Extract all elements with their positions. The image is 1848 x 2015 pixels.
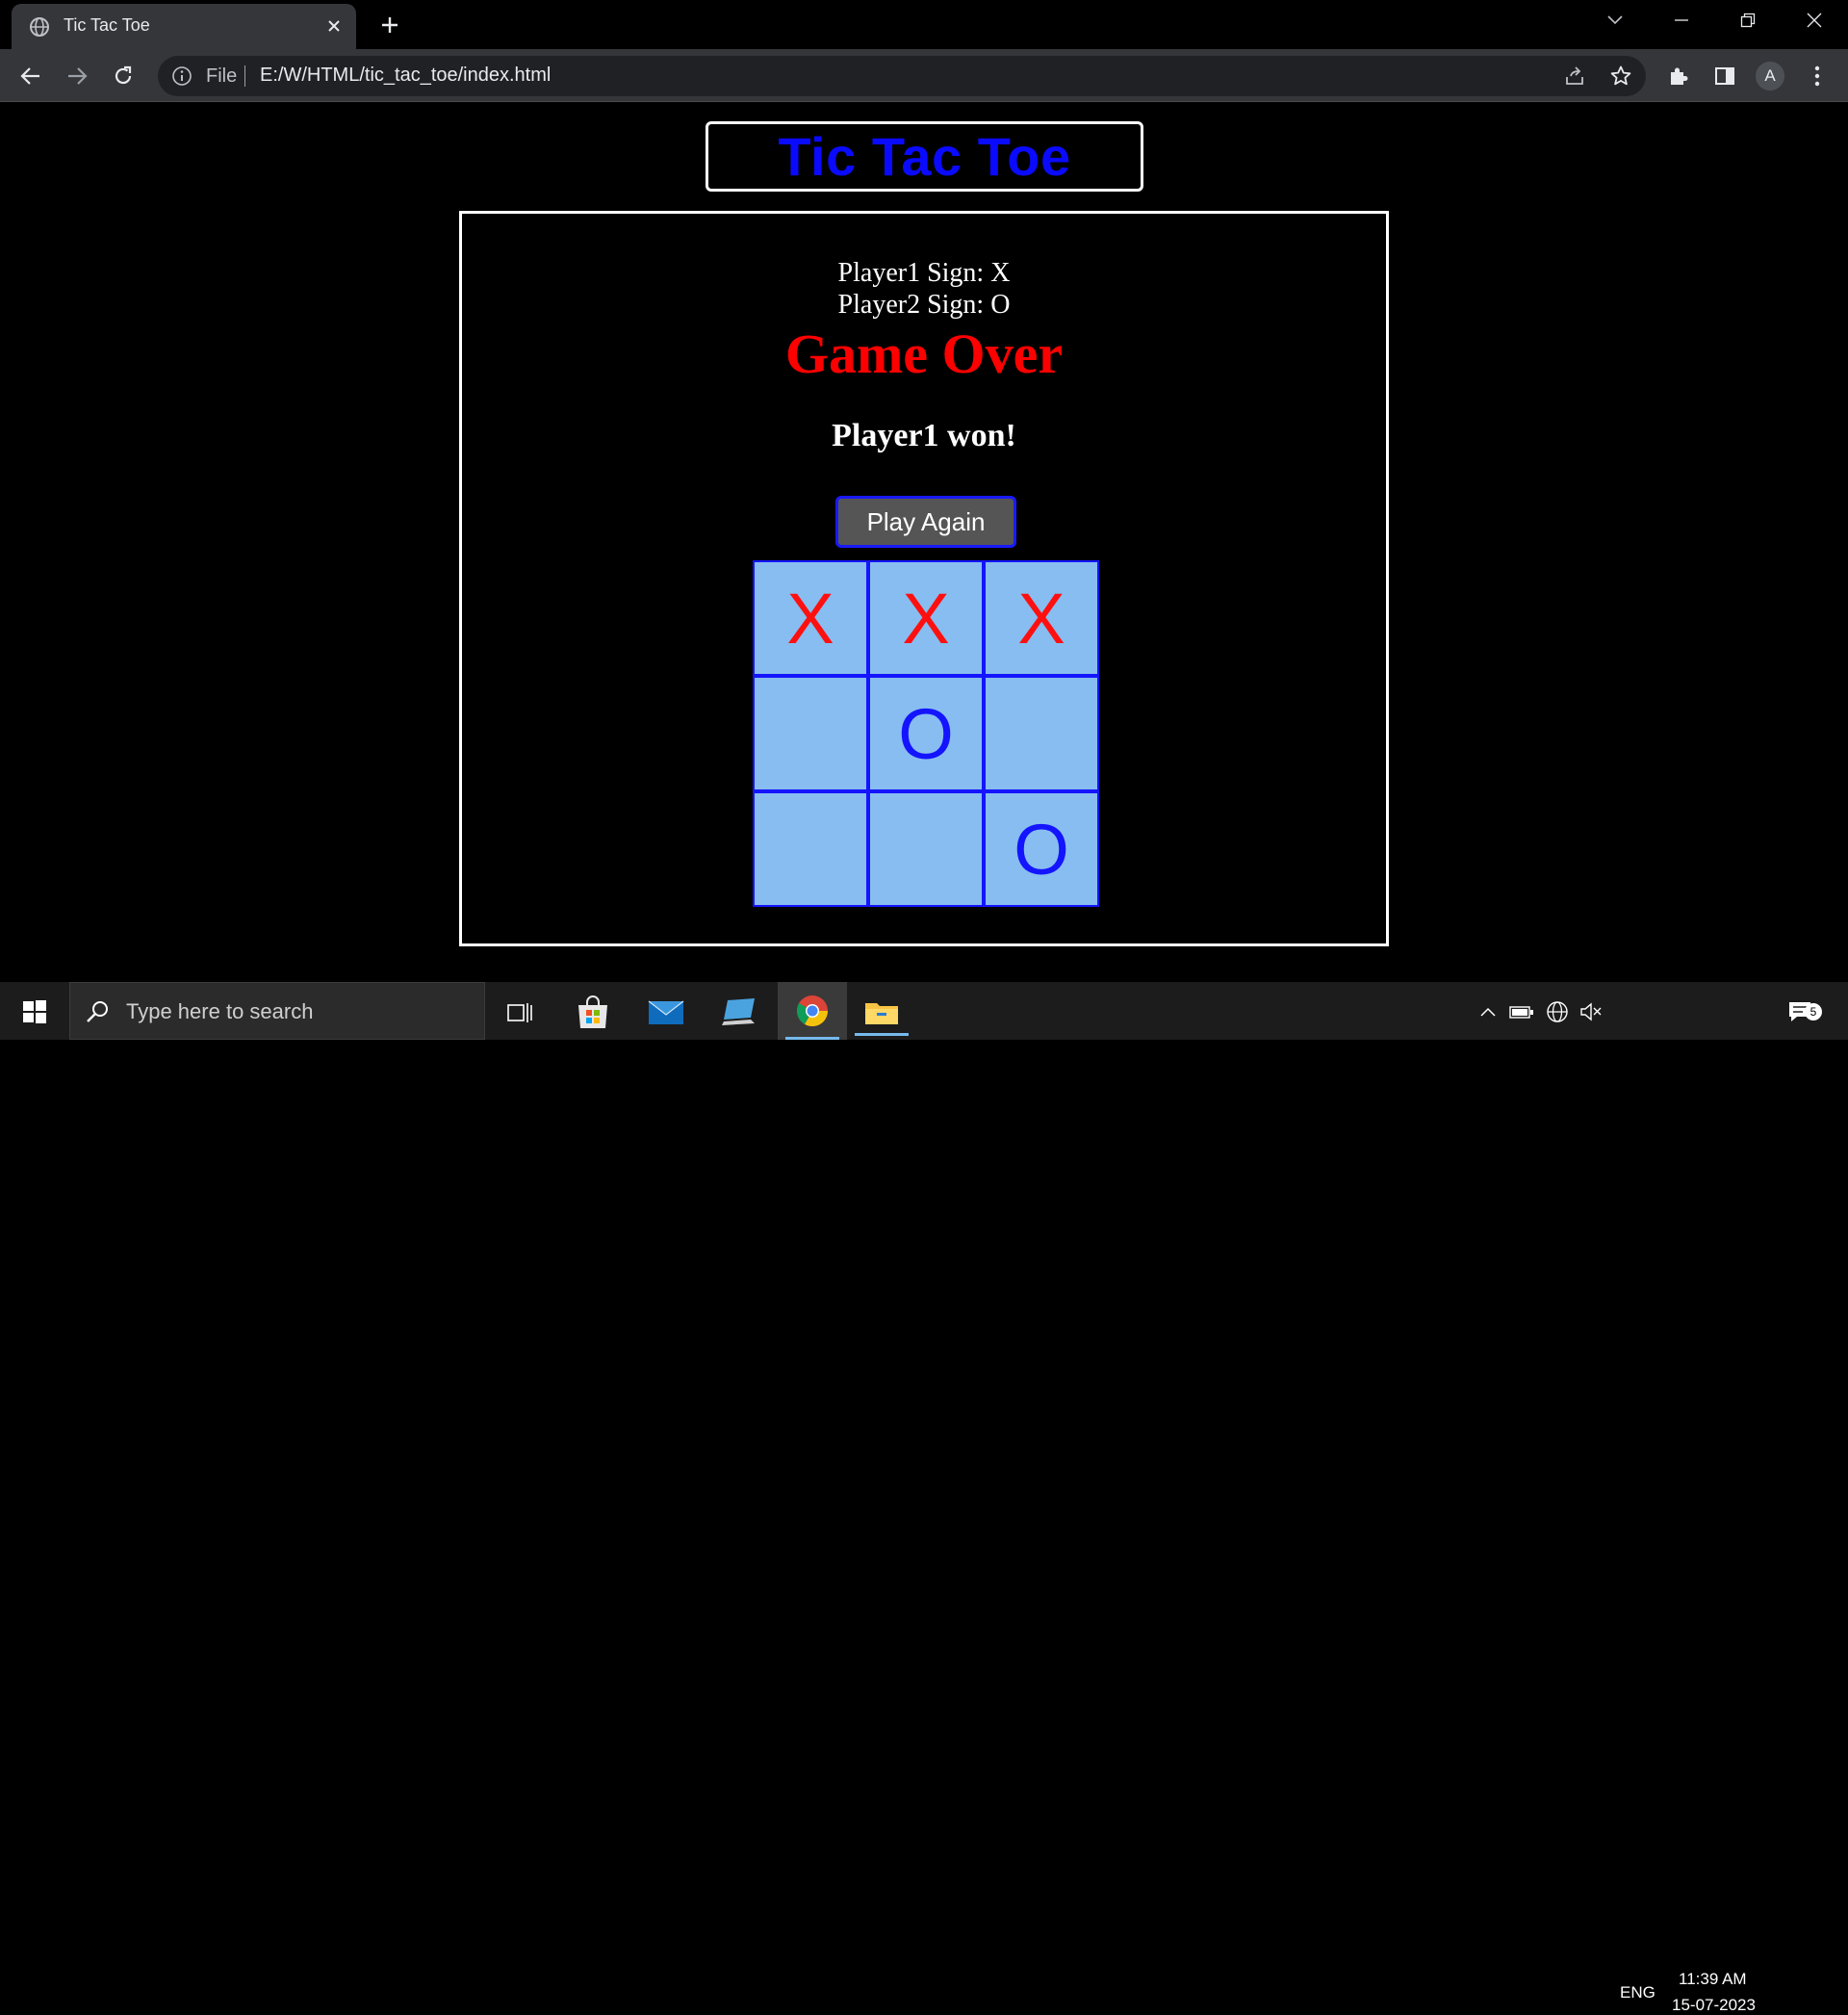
url-scheme-label: File (206, 65, 238, 87)
task-view-icon (507, 1003, 532, 1022)
search-icon (84, 998, 111, 1025)
side-panel-button[interactable] (1709, 61, 1740, 91)
url-separator (244, 65, 245, 87)
board-cell-r2c2[interactable]: O (870, 678, 982, 789)
running-app-indicator (855, 1033, 909, 1036)
chrome-taskbar-button[interactable] (778, 982, 847, 1040)
globe-icon (29, 16, 50, 38)
page-title-box: Tic Tac Toe (706, 121, 1143, 192)
player1-sign: Player1 Sign: X (837, 258, 1011, 288)
side-panel-icon (1715, 67, 1734, 85)
start-button[interactable] (13, 995, 56, 1028)
board-cell-r1c2[interactable]: X (870, 562, 982, 674)
new-tab-button[interactable] (375, 11, 404, 39)
more-vertical-icon (1814, 65, 1820, 87)
tab-title: Tic Tac Toe (64, 15, 150, 35)
browser-tab-strip: Tic Tac Toe (0, 0, 1848, 49)
folder-icon (865, 1003, 898, 1024)
windows-logo-icon (23, 1000, 46, 1023)
clock-date[interactable]: 15-07-2023 (1672, 1996, 1756, 2015)
language-indicator[interactable]: ENG (1620, 1983, 1656, 2002)
bookmark-star-icon[interactable] (1609, 65, 1632, 88)
share-icon[interactable] (1563, 65, 1586, 88)
browser-menu-button[interactable] (1802, 61, 1833, 91)
arrow-left-icon (20, 67, 39, 85)
board-cell-r2c3[interactable] (986, 678, 1097, 789)
mail-app-button[interactable] (635, 990, 697, 1036)
play-again-button[interactable]: Play Again (835, 496, 1016, 548)
browser-toolbar: File E:/W/HTML/tic_tac_toe/index.html A (0, 49, 1848, 102)
notification-count-badge: 5 (1805, 1003, 1822, 1020)
tab-search-button[interactable] (1596, 6, 1634, 35)
close-icon (1807, 13, 1822, 28)
speaker-muted-icon[interactable] (1578, 999, 1604, 1024)
file-explorer-button[interactable] (851, 990, 912, 1036)
close-window-button[interactable] (1795, 6, 1834, 35)
chevron-down-icon (1607, 15, 1623, 25)
browser-tab[interactable]: Tic Tac Toe (12, 4, 356, 49)
url-text[interactable]: E:/W/HTML/tic_tac_toe/index.html (260, 65, 551, 87)
arrow-right-icon (68, 67, 88, 85)
mail-icon (648, 1000, 684, 1024)
remote-desktop-button[interactable] (708, 990, 770, 1036)
reload-icon (115, 65, 132, 85)
restore-button[interactable] (1729, 6, 1767, 35)
extensions-button[interactable] (1663, 61, 1694, 91)
profile-avatar[interactable]: A (1756, 62, 1784, 90)
search-placeholder: Type here to search (126, 999, 314, 1023)
board-cell-r3c2[interactable] (870, 793, 982, 905)
game-board: X X X O O (753, 560, 1099, 907)
board-cell-r3c3[interactable]: O (986, 793, 1097, 905)
info-icon[interactable] (171, 65, 192, 87)
back-button[interactable] (15, 61, 46, 91)
game-result: Player1 won! (832, 418, 1016, 453)
battery-icon[interactable] (1509, 999, 1534, 1024)
windows-taskbar: Type here to search ENG 11:39 AM 15-07-2… (0, 982, 1848, 2014)
player2-sign: Player2 Sign: O (837, 290, 1011, 320)
page-title: Tic Tac Toe (778, 126, 1071, 187)
restore-icon (1740, 13, 1756, 28)
forward-button[interactable] (62, 61, 92, 91)
store-icon (578, 995, 607, 1028)
board-cell-r1c3[interactable]: X (986, 562, 1097, 674)
minimize-icon (1675, 19, 1688, 21)
plus-icon (382, 17, 398, 33)
chrome-icon (796, 995, 829, 1027)
game-status: Game Over (784, 323, 1064, 385)
board-cell-r1c1[interactable]: X (755, 562, 866, 674)
puzzle-icon (1671, 67, 1688, 85)
close-tab-icon[interactable] (321, 13, 346, 39)
task-view-button[interactable] (489, 990, 551, 1036)
board-cell-r2c1[interactable] (755, 678, 866, 789)
board-cell-r3c1[interactable] (755, 793, 866, 905)
show-hidden-icons-button[interactable] (1476, 999, 1501, 1024)
chevron-up-icon (1480, 1007, 1496, 1017)
address-bar[interactable]: File E:/W/HTML/tic_tac_toe/index.html (158, 56, 1646, 96)
game-container: Player1 Sign: X Player2 Sign: O Game Ove… (459, 211, 1389, 946)
page-viewport: Tic Tac Toe Player1 Sign: X Player2 Sign… (0, 103, 1848, 982)
network-globe-icon[interactable] (1545, 999, 1570, 1024)
reload-button[interactable] (108, 61, 139, 91)
microsoft-store-button[interactable] (562, 990, 624, 1036)
minimize-button[interactable] (1662, 6, 1701, 35)
clock-time[interactable]: 11:39 AM (1679, 1970, 1747, 1989)
laptop-icon (722, 998, 755, 1025)
taskbar-search-box[interactable]: Type here to search (69, 982, 485, 1040)
